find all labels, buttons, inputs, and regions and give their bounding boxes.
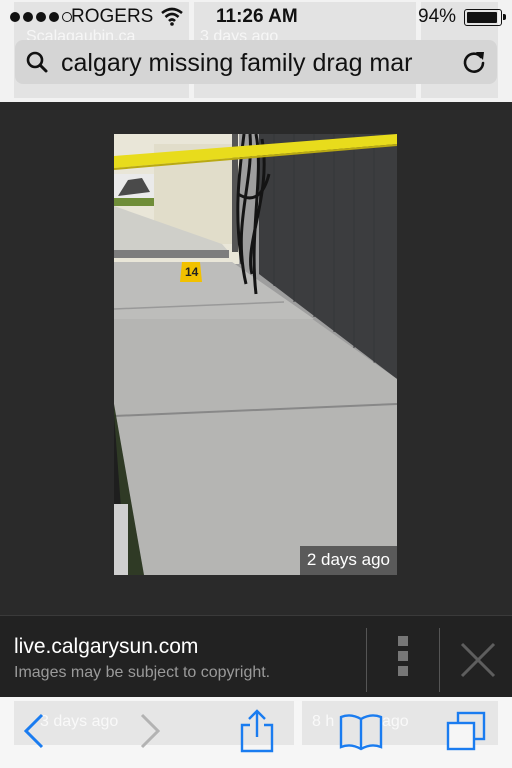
search-query[interactable]: calgary missing family drag mar (61, 49, 461, 78)
forward-button[interactable] (128, 709, 174, 753)
tabs-icon (446, 711, 486, 751)
bookmarks-book-icon (339, 714, 383, 751)
share-icon (240, 709, 274, 753)
battery-icon (464, 9, 506, 26)
more-options-button[interactable] (370, 628, 436, 692)
copyright-notice: Images may be subject to copyright. (14, 664, 271, 681)
battery-level-fill (467, 12, 498, 23)
back-arrow-icon (23, 713, 44, 749)
clock: 11:26 AM (216, 6, 298, 27)
image-viewer: 14 2 days ago (0, 102, 512, 615)
back-button[interactable] (14, 709, 60, 753)
divider (439, 628, 440, 692)
close-button[interactable] (442, 628, 512, 692)
forward-arrow-icon (140, 713, 161, 749)
more-options-icon (398, 636, 408, 676)
divider (366, 628, 367, 692)
ghost-result-age: 8 h (312, 713, 335, 730)
status-bar: ROGERS 11:26 AM 94% (0, 0, 512, 36)
image-info-bar: live.calgarysun.com Images may be subjec… (0, 615, 512, 697)
browser-header: Scalagaubin.ca 3 days ago ROGERS 11:26 A… (0, 0, 512, 102)
source-link[interactable]: live.calgarysun.com (14, 635, 198, 659)
reload-icon[interactable] (461, 49, 487, 80)
browser-toolbar: 3 days ago 8 h ago (0, 697, 512, 768)
ghost-result-age: ago (382, 713, 409, 730)
close-icon (460, 642, 496, 678)
signal-strength-icon (10, 12, 72, 22)
result-photo[interactable]: 14 2 days ago (114, 134, 397, 575)
search-icon (25, 50, 49, 79)
search-bar[interactable]: calgary missing family drag mar (15, 40, 497, 84)
tabs-button[interactable] (444, 709, 490, 753)
evidence-marker-label: 14 (185, 265, 199, 279)
image-age-badge: 2 days ago (299, 546, 397, 575)
wifi-icon (160, 6, 184, 32)
battery-percentage: 94% (418, 6, 457, 27)
carrier-name: ROGERS (71, 6, 154, 27)
bookmarks-button[interactable] (338, 709, 384, 753)
share-button[interactable] (234, 709, 280, 753)
